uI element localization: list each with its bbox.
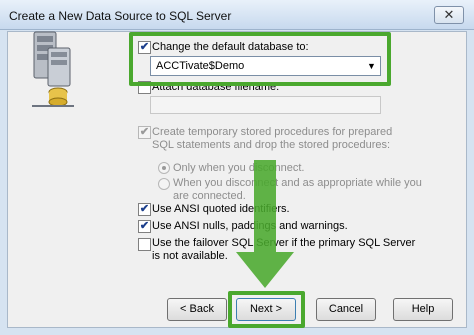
radio-disconnect-appropriate-label: When you disconnect and as appropriate w… [173,177,422,202]
failover-label: Use the failover SQL Server if the prima… [152,237,416,262]
dialog-window: Create a New Data Source to SQL Server ✕… [0,0,474,335]
chevron-down-icon[interactable]: ▼ [363,57,380,75]
ansi-nulls-label: Use ANSI nulls, paddings and warnings. [152,220,348,232]
attach-db-label: Attach database filename: [152,81,280,93]
back-button[interactable]: < Back [167,298,227,321]
ansi-nulls-checkbox[interactable]: ✔ [138,220,151,233]
close-button[interactable]: ✕ [434,6,464,24]
cancel-button[interactable]: Cancel [316,298,376,321]
check-icon: ✔ [139,220,150,232]
ansi-quoted-checkbox[interactable]: ✔ [138,203,151,216]
check-icon: ✔ [139,126,150,138]
close-icon: ✕ [443,7,455,22]
default-database-dropdown[interactable]: ACCTivate$Demo ▼ [150,56,381,76]
change-default-db-label: Change the default database to: [152,41,309,53]
failover-checkbox[interactable] [138,238,151,251]
radio-only-when-disconnect-label: Only when you disconnect. [173,162,305,174]
next-button[interactable]: Next > [236,298,296,321]
check-icon: ✔ [139,41,150,53]
window-title: Create a New Data Source to SQL Server [9,9,232,23]
temp-procs-label: Create temporary stored procedures for p… [152,126,393,151]
change-default-db-checkbox[interactable]: ✔ [138,41,151,54]
default-database-value: ACCTivate$Demo [156,60,245,72]
radio-disconnect-appropriate[interactable] [158,178,170,190]
server-database-icon [32,31,74,107]
attach-db-filename-field[interactable] [150,96,381,114]
temp-procs-checkbox[interactable]: ✔ [138,126,151,139]
radio-only-when-disconnect[interactable] [158,162,170,174]
help-button[interactable]: Help [393,298,453,321]
attach-db-checkbox[interactable] [138,81,151,94]
ansi-quoted-label: Use ANSI quoted identifiers. [152,203,290,215]
check-icon: ✔ [139,203,150,215]
